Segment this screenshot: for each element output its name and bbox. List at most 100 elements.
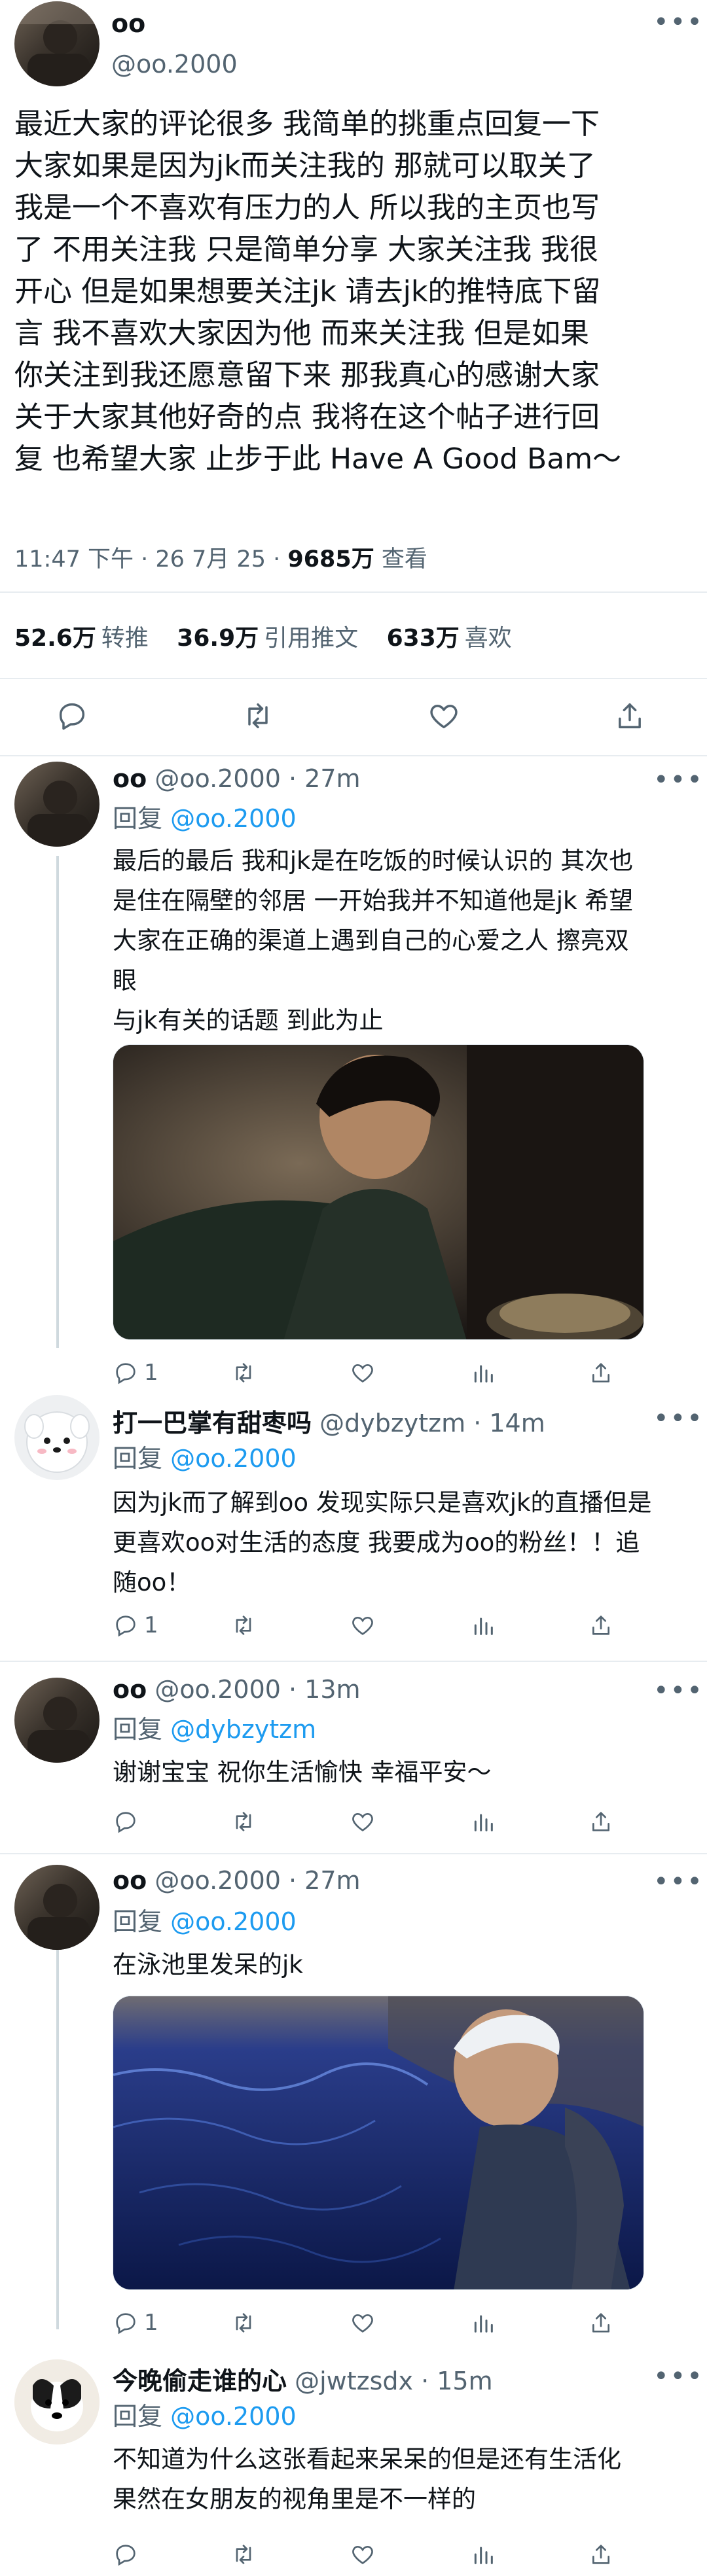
handle-time[interactable]: @oo.2000 · 27m [154, 1866, 360, 1895]
avatar-photo [27, 1697, 90, 1763]
tweet-stats: 52.6万 转推 36.9万 引用推文 633万 喜欢 [14, 619, 533, 653]
avatar[interactable] [14, 762, 100, 847]
views-button[interactable] [470, 1612, 496, 1638]
like-button[interactable] [350, 1808, 376, 1835]
likes-label: 喜欢 [464, 625, 512, 652]
display-name[interactable]: oo [113, 1866, 147, 1895]
reply-button[interactable] [113, 1808, 139, 1835]
reply-button[interactable] [55, 699, 89, 733]
quotes-stat[interactable]: 36.9万 引用推文 [177, 625, 358, 652]
reply-tweet[interactable]: oo @oo.2000 · 27m ••• 回复 @oo.2000 最后的最后 … [0, 759, 707, 1387]
share-button[interactable] [613, 699, 647, 733]
divider [0, 755, 707, 756]
handle-time[interactable]: @oo.2000 · 27m [154, 764, 360, 793]
handle-time[interactable]: @oo.2000 · 13m [154, 1675, 360, 1704]
display-name[interactable]: oo [111, 9, 145, 38]
like-button[interactable] [350, 1360, 376, 1386]
reply-button[interactable]: 1 [113, 2310, 158, 2336]
views-button[interactable] [470, 2541, 496, 2567]
likes-stat[interactable]: 633万 喜欢 [387, 625, 512, 652]
reply-tweet[interactable]: 打一巴掌有甜枣吗 @dybzytzm · 14m ••• 回复 @oo.2000… [0, 1392, 707, 1654]
reply-button[interactable]: 1 [113, 1360, 158, 1386]
share-icon [592, 2313, 609, 2333]
retweet-icon [236, 1363, 251, 1383]
divider [0, 1853, 707, 1854]
views-count[interactable]: 9685万 [287, 546, 374, 573]
like-button[interactable] [350, 2541, 376, 2567]
retweet-button[interactable] [230, 1808, 257, 1835]
tweet-meta: 11:47 下午 · 26 7月 25 · 9685万 查看 [14, 540, 427, 574]
media-image[interactable] [113, 1044, 644, 1340]
more-icon[interactable]: ••• [653, 1405, 704, 1432]
views-button[interactable] [470, 1360, 496, 1386]
more-icon[interactable]: ••• [653, 767, 704, 793]
more-icon[interactable]: ••• [653, 9, 704, 35]
tweet-text: 最近大家的评论很多 我简单的挑重点回复一下 大家如果是因为jk而关注我的 那就可… [14, 107, 622, 476]
retweet-button[interactable] [241, 699, 275, 733]
views-icon [474, 1365, 493, 1383]
avatar-photo [27, 781, 90, 847]
views-icon [474, 2315, 493, 2333]
retweet-button[interactable] [230, 1612, 257, 1638]
reply-count: 1 [144, 1612, 158, 1638]
avatar[interactable] [14, 1, 100, 86]
retweet-button[interactable] [230, 2541, 257, 2567]
avatar[interactable] [14, 1865, 100, 1950]
reply-header: 打一巴掌有甜枣吗 @dybzytzm · 14m [113, 1403, 545, 1439]
likes-count: 633万 [386, 625, 460, 652]
display-name[interactable]: oo [113, 764, 147, 793]
reply-tweet[interactable]: oo @oo.2000 · 13m ••• 回复 @dybzytzm 谢谢宝宝 … [0, 1663, 707, 1849]
display-name[interactable]: 今晚偷走谁的心 [113, 2367, 287, 2395]
share-button[interactable] [588, 2541, 614, 2567]
share-button[interactable] [588, 1612, 614, 1638]
more-icon[interactable]: ••• [653, 1678, 704, 1704]
avatar-black-white-dog [14, 2359, 100, 2444]
display-name[interactable]: oo [113, 1675, 147, 1704]
reply-button[interactable]: 1 [113, 1612, 158, 1638]
like-icon [352, 1616, 373, 1635]
more-icon[interactable]: ••• [653, 1869, 704, 1895]
more-icon[interactable]: ••• [653, 2363, 704, 2390]
retweets-count: 52.6万 [14, 625, 96, 652]
reply-to-line: 回复 @oo.2000 [113, 798, 297, 834]
reply-to-handle[interactable]: @oo.2000 [170, 2402, 297, 2431]
share-button[interactable] [588, 1808, 614, 1835]
reply-header: oo @oo.2000 · 13m [113, 1675, 361, 1704]
retweet-icon [236, 1615, 251, 1635]
handle[interactable]: @oo.2000 [111, 50, 238, 79]
reply-tweet[interactable]: oo @oo.2000 · 27m ••• 回复 @oo.2000 在泳池里发呆… [0, 1856, 707, 2336]
views-button[interactable] [470, 2310, 496, 2336]
photo-man-in-pool [113, 1996, 644, 2289]
reply-to-handle[interactable]: @oo.2000 [170, 1907, 297, 1936]
reply-to-line: 回复 @oo.2000 [113, 1438, 297, 1474]
handle-time[interactable]: @dybzytzm · 14m [319, 1409, 545, 1438]
reply-tweet[interactable]: 今晚偷走谁的心 @jwtzsdx · 15m ••• 回复 @oo.2000 不… [0, 2352, 707, 2576]
retweet-icon [236, 1812, 251, 1831]
retweet-icon [248, 703, 268, 729]
like-icon [352, 1812, 373, 1831]
reply-to-handle[interactable]: @dybzytzm [170, 1715, 316, 1744]
reply-icon [116, 1615, 136, 1637]
media-image[interactable] [113, 1996, 644, 2290]
views-button[interactable] [470, 1808, 496, 1835]
like-button[interactable] [350, 2310, 376, 2336]
reply-to-handle[interactable]: @oo.2000 [170, 1444, 297, 1473]
reply-to-handle[interactable]: @oo.2000 [170, 804, 297, 833]
share-button[interactable] [588, 2310, 614, 2336]
divider [0, 591, 707, 593]
retweet-button[interactable] [230, 1360, 257, 1386]
reply-prefix: 回复 [113, 804, 171, 833]
avatar[interactable] [14, 1678, 100, 1763]
share-icon [592, 1363, 609, 1383]
display-name[interactable]: 打一巴掌有甜枣吗 [113, 1409, 312, 1438]
handle-time[interactable]: @jwtzsdx · 15m [295, 2367, 493, 2395]
share-button[interactable] [588, 1360, 614, 1386]
like-button[interactable] [427, 699, 461, 733]
avatar[interactable] [14, 2359, 100, 2444]
like-button[interactable] [350, 1612, 376, 1638]
avatar-photo [27, 1884, 90, 1950]
avatar[interactable] [14, 1395, 100, 1480]
reply-button[interactable] [113, 2541, 139, 2567]
retweet-button[interactable] [230, 2310, 257, 2336]
retweets-stat[interactable]: 52.6万 转推 [14, 625, 149, 652]
